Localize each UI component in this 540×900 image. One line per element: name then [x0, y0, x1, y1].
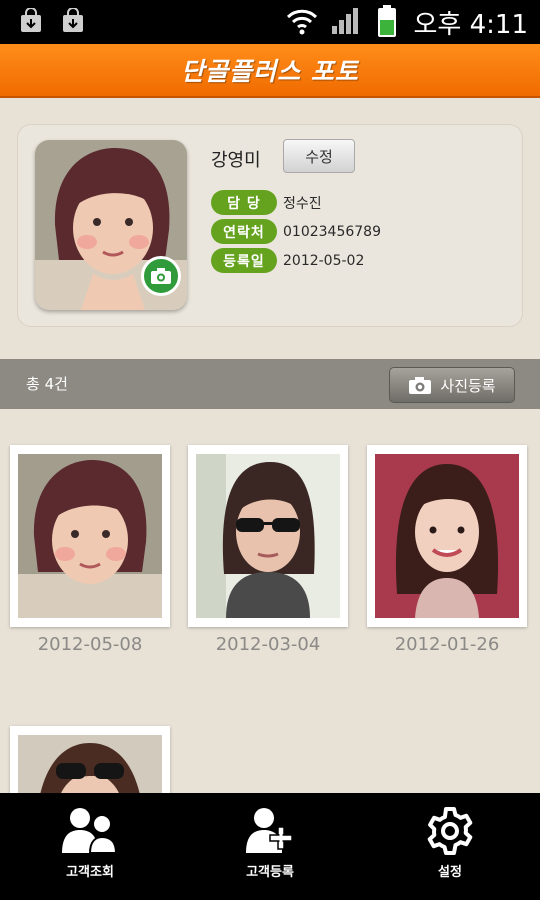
info-label: 등록일: [211, 248, 277, 273]
info-row-registered: 등록일 2012-05-02: [211, 248, 364, 273]
battery-icon: [376, 4, 398, 42]
status-bar: 오후 4:11: [0, 0, 540, 44]
info-value: 정수진: [283, 195, 322, 212]
photo-date: 2012-01-26: [394, 634, 500, 655]
change-photo-button[interactable]: [141, 256, 181, 296]
customer-name: 강영미: [211, 150, 261, 171]
photo-image: [18, 454, 162, 618]
photo-date: 2012-05-08: [37, 634, 143, 655]
app-title: 단골플러스 포토: [181, 57, 359, 86]
photo-thumbnail[interactable]: [188, 445, 348, 627]
signal-icon: [330, 6, 360, 40]
nav-settings[interactable]: 설정: [360, 793, 540, 900]
shopping-bag-icon: [18, 7, 44, 38]
add-customer-icon: [242, 805, 298, 861]
wifi-icon: [285, 6, 319, 40]
nav-customer-search[interactable]: 고객조회: [0, 793, 180, 900]
info-value: 01023456789: [283, 223, 381, 240]
photo-image: [375, 454, 519, 618]
photo-image: [196, 454, 340, 618]
register-photo-button[interactable]: 사진등록: [389, 367, 515, 403]
shopping-bag-icon: [60, 7, 86, 38]
photo-count: 총 4건: [26, 375, 68, 393]
nav-label: 고객등록: [246, 865, 294, 880]
edit-button[interactable]: 수정: [283, 139, 355, 173]
nav-label: 고객조회: [66, 865, 114, 880]
camera-icon: [409, 377, 432, 394]
photo-thumbnail[interactable]: [367, 445, 527, 627]
bottom-navigation: 고객조회 고객등록 설정: [0, 793, 540, 900]
customer-profile-card: 강영미 수정 담 당 정수진 연락처 01023456789 등록일 2012-…: [17, 124, 523, 327]
photo-date: 2012-03-04: [215, 634, 321, 655]
customers-icon: [60, 805, 120, 861]
camera-icon: [151, 268, 171, 284]
customer-avatar[interactable]: [35, 140, 187, 310]
title-bar: 단골플러스 포토: [0, 44, 540, 98]
clock: 오후 4:11: [413, 10, 529, 40]
info-label: 연락처: [211, 219, 277, 244]
info-row-phone: 연락처 01023456789: [211, 219, 381, 244]
nav-customer-register[interactable]: 고객등록: [180, 793, 360, 900]
settings-gear-icon: [424, 805, 476, 861]
photo-count-bar: 총 4건 사진등록: [0, 359, 540, 409]
photo-thumbnail[interactable]: [10, 445, 170, 627]
nav-label: 설정: [438, 865, 462, 880]
info-row-manager: 담 당 정수진: [211, 190, 322, 215]
info-label: 담 당: [211, 190, 277, 215]
register-photo-label: 사진등록: [440, 376, 496, 395]
info-value: 2012-05-02: [283, 252, 365, 269]
